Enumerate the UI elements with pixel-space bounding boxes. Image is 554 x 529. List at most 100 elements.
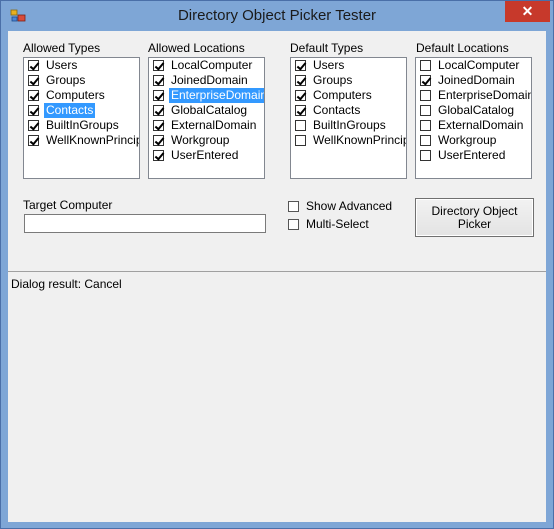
list-item-label: Users [313,58,345,72]
list-item[interactable]: GlobalCatalog [416,103,531,118]
list-item-label: Groups [46,73,86,87]
list-item-label: Workgroup [438,133,497,147]
list-item[interactable]: EnterpriseDomain [416,88,531,103]
list-item[interactable]: JoinedDomain [149,73,264,88]
list-item-label: JoinedDomain [171,73,248,87]
checkbox-box[interactable] [28,75,39,86]
checkbox-box[interactable] [295,120,306,131]
default-locations-label: Default Locations [416,41,509,55]
allowed-locations-list[interactable]: LocalComputer JoinedDomain EnterpriseDomai… [148,57,265,179]
client-area: Allowed Types Users Groups Computers Contac… [8,31,546,522]
picker-button-line1: Directory Object [431,203,518,218]
show-advanced-checkbox[interactable]: Show Advanced [288,199,392,213]
target-computer-label: Target Computer [23,198,113,212]
list-item[interactable]: WellKnownPrincipal [291,133,406,148]
checkbox-box[interactable] [28,135,39,146]
close-button[interactable]: ✕ [505,1,550,22]
list-item-label: UserEntered [171,148,239,162]
default-types-label: Default Types [290,41,364,55]
allowed-types-label: Allowed Types [23,41,101,55]
checkbox-box[interactable] [420,90,431,101]
list-item-label: Contacts [313,103,361,117]
list-item[interactable]: UserEntered [149,148,264,163]
list-item-label: EnterpriseDomain [438,88,532,102]
list-item[interactable]: Workgroup [149,133,264,148]
checkbox-box[interactable] [420,120,431,131]
list-item-label: BuiltInGroups [46,118,119,132]
checkbox-box[interactable] [288,219,299,230]
list-item-label: WellKnownPrincipal [313,133,406,147]
checkbox-box[interactable] [420,135,431,146]
checkbox-box[interactable] [153,105,164,116]
allowed-locations-label: Allowed Locations [148,41,245,55]
multi-select-label: Multi-Select [306,217,369,231]
checkbox-box[interactable] [288,201,299,212]
list-item-label: Computers [313,88,372,102]
list-item-label: EnterpriseDomain [169,88,264,103]
list-item[interactable]: BuiltInGroups [291,118,406,133]
allowed-types-list[interactable]: Users Groups Computers Contacts BuiltInGroup… [23,57,140,179]
list-item-label: WellKnownPrincipal [46,133,139,147]
list-item[interactable]: Computers [24,88,139,103]
checkbox-box[interactable] [28,120,39,131]
directory-object-picker-button[interactable]: Directory Object Picker [415,198,534,237]
checkbox-box[interactable] [28,90,39,101]
checkbox-box[interactable] [295,105,306,116]
title-bar[interactable]: Directory Object Picker Tester ✕ [1,1,553,31]
list-item-label: Workgroup [171,133,230,147]
checkbox-box[interactable] [420,60,431,71]
dialog-result-text: Dialog result: Cancel [11,277,122,291]
list-item[interactable]: Contacts [291,103,406,118]
list-item[interactable]: ExternalDomain [149,118,264,133]
list-item-label: LocalComputer [438,58,520,72]
checkbox-box[interactable] [153,150,164,161]
multi-select-checkbox[interactable]: Multi-Select [288,217,369,231]
default-locations-list[interactable]: LocalComputer JoinedDomain EnterpriseDomai… [415,57,532,179]
picker-button-line2: Picker [457,216,492,231]
list-item[interactable]: Groups [24,73,139,88]
checkbox-box[interactable] [28,105,39,116]
checkbox-box[interactable] [28,60,39,71]
window-title: Directory Object Picker Tester [177,7,377,24]
list-item[interactable]: LocalComputer [149,58,264,73]
list-item-label: GlobalCatalog [438,103,515,117]
list-item[interactable]: ExternalDomain [416,118,531,133]
list-item-label: Groups [313,73,353,87]
checkbox-box[interactable] [420,75,431,86]
list-item-label: BuiltInGroups [313,118,386,132]
list-item[interactable]: GlobalCatalog [149,103,264,118]
checkbox-box[interactable] [295,75,306,86]
result-panel: Dialog result: Cancel [8,271,546,522]
list-item[interactable]: Users [24,58,139,73]
list-item-label: ExternalDomain [171,118,257,132]
checkbox-box[interactable] [420,105,431,116]
list-item[interactable]: EnterpriseDomain [149,88,264,103]
checkbox-box[interactable] [153,90,164,101]
checkbox-box[interactable] [153,120,164,131]
list-item-label: ExternalDomain [438,118,524,132]
list-item[interactable]: Users [291,58,406,73]
checkbox-box[interactable] [295,135,306,146]
list-item-label: JoinedDomain [438,73,515,87]
checkbox-box[interactable] [153,75,164,86]
checkbox-box[interactable] [153,60,164,71]
main-window: Directory Object Picker Tester ✕ Allowed… [0,0,554,529]
list-item-label: GlobalCatalog [171,103,248,117]
checkbox-box[interactable] [295,60,306,71]
target-computer-input[interactable] [24,214,266,233]
list-item[interactable]: Contacts [24,103,139,118]
list-item[interactable]: Workgroup [416,133,531,148]
list-item[interactable]: JoinedDomain [416,73,531,88]
close-icon: ✕ [521,3,534,19]
list-item[interactable]: BuiltInGroups [24,118,139,133]
list-item[interactable]: UserEntered [416,148,531,163]
list-item-label: Contacts [44,103,96,118]
list-item[interactable]: LocalComputer [416,58,531,73]
list-item[interactable]: Computers [291,88,406,103]
list-item[interactable]: WellKnownPrincipal [24,133,139,148]
default-types-list[interactable]: Users Groups Computers Contacts BuiltInGroup… [290,57,407,179]
list-item[interactable]: Groups [291,73,406,88]
checkbox-box[interactable] [153,135,164,146]
checkbox-box[interactable] [295,90,306,101]
checkbox-box[interactable] [420,150,431,161]
